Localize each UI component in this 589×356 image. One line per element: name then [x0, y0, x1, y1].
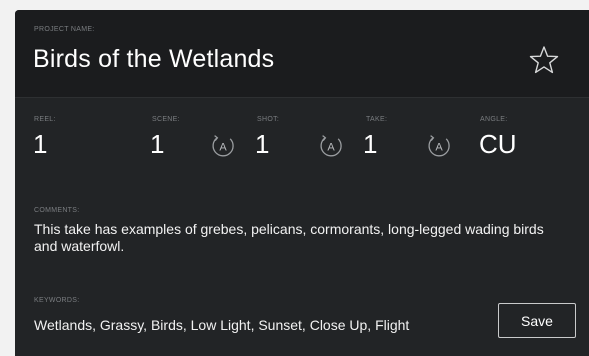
reel-value[interactable]: 1 — [33, 131, 47, 157]
project-header: PROJECT NAME: Birds of the Wetlands — [15, 10, 589, 98]
slate-metadata-panel: PROJECT NAME: Birds of the Wetlands REEL… — [15, 10, 589, 356]
auto-increment-icon[interactable]: A — [210, 133, 236, 159]
save-button[interactable]: Save — [498, 303, 576, 338]
auto-increment-glyph: A — [435, 142, 443, 154]
angle-label: ANGLE: — [480, 116, 508, 123]
comments-label: COMMENTS: — [34, 207, 80, 214]
auto-increment-glyph: A — [327, 142, 335, 154]
auto-increment-glyph: A — [219, 142, 227, 154]
auto-increment-icon[interactable]: A — [426, 133, 452, 159]
comments-field[interactable]: This take has examples of grebes, pelica… — [34, 221, 564, 255]
scene-value[interactable]: 1 — [150, 131, 164, 157]
shot-label: SHOT: — [257, 116, 280, 123]
keywords-field[interactable]: Wetlands, Grassy, Birds, Low Light, Suns… — [34, 317, 409, 333]
star-icon[interactable] — [528, 45, 560, 75]
take-label: TAKE: — [366, 116, 388, 123]
angle-value[interactable]: CU — [479, 131, 517, 157]
project-name[interactable]: Birds of the Wetlands — [33, 45, 274, 74]
keywords-label: KEYWORDS: — [34, 297, 80, 304]
project-name-label: PROJECT NAME: — [34, 26, 95, 33]
reel-label: REEL: — [34, 116, 56, 123]
auto-increment-icon[interactable]: A — [318, 133, 344, 159]
take-value[interactable]: 1 — [363, 131, 377, 157]
shot-value[interactable]: 1 — [255, 131, 269, 157]
scene-label: SCENE: — [152, 116, 180, 123]
